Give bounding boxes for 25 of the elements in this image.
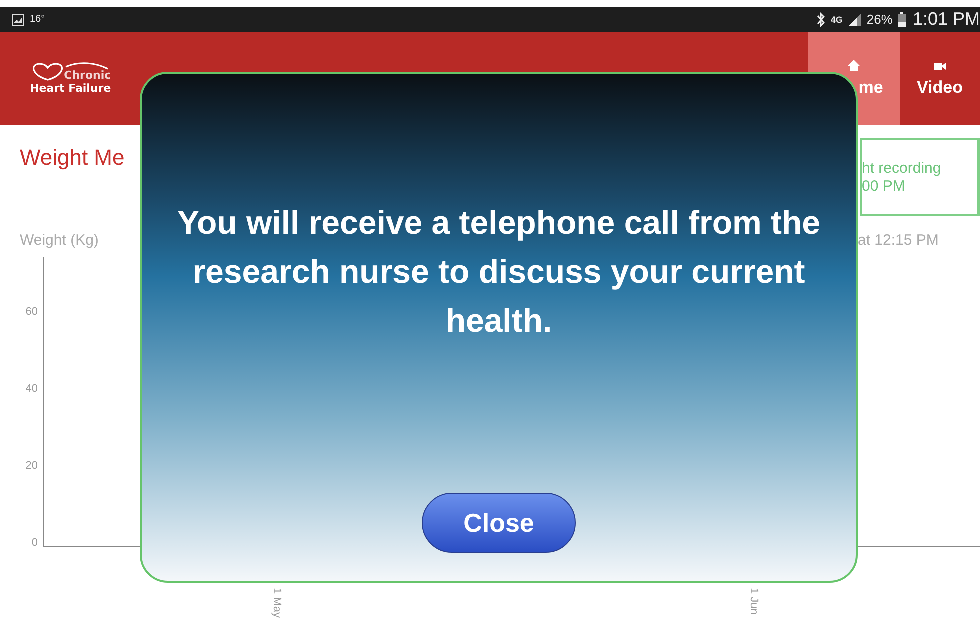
network-text: 4G xyxy=(830,14,843,24)
logo-text: Chronic xyxy=(64,69,112,82)
gallery-icon xyxy=(12,14,24,26)
nav-tab[interactable]: Video xyxy=(900,32,980,125)
temperature-text: 16° xyxy=(30,14,46,25)
axis-tick-label: 1 Jun xyxy=(748,588,760,615)
bluetooth-icon xyxy=(816,12,826,28)
battery-text: 26% xyxy=(866,12,893,27)
axis-tick-label: 1 May xyxy=(271,588,283,618)
logo-text: Heart Failure xyxy=(30,82,112,95)
reminder-text: 00 PM xyxy=(862,178,906,196)
axis-tick-label: 40 xyxy=(24,383,38,395)
axis-tick-label: 60 xyxy=(24,306,38,318)
axis-tick-label: 0 xyxy=(30,537,38,549)
close-button[interactable]: Close xyxy=(422,493,576,553)
reading-time-text: at 12:15 PM xyxy=(858,232,940,251)
clock-text: 1:01 PM xyxy=(912,9,980,30)
signal-icon xyxy=(848,12,862,26)
reminder-text: ht recording xyxy=(862,160,942,178)
home-icon xyxy=(848,60,860,72)
dialog-message: You will receive a telephone call from the research nurse to discuss your current health. xyxy=(176,203,822,341)
page-title: Weight Me xyxy=(20,145,125,171)
axis-label: Weight (Kg) xyxy=(20,232,99,251)
axis-tick-label: 20 xyxy=(24,460,38,472)
battery-icon xyxy=(898,12,906,27)
